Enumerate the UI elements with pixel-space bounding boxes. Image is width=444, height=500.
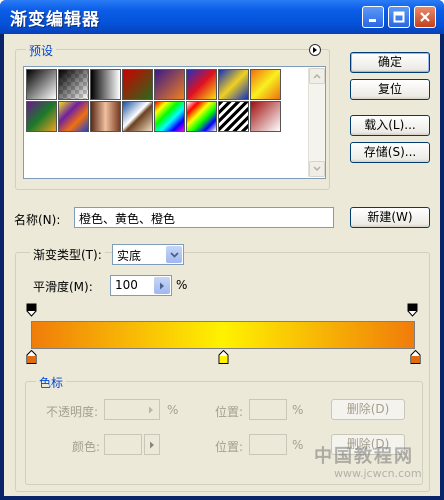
- gradient-type-select[interactable]: 实底: [112, 244, 184, 265]
- slider-arrow-icon[interactable]: [154, 277, 170, 294]
- new-button[interactable]: 新建(W): [350, 207, 430, 228]
- window-title: 渐变编辑器: [10, 10, 100, 30]
- gradient-editor-window: 渐变编辑器 预设 确定 复位 载入(L)... 存储(S)... 名称(N): …: [0, 0, 444, 500]
- close-icon: [420, 12, 430, 22]
- name-input[interactable]: 橙色、黄色、橙色: [74, 207, 334, 228]
- preset-swatch-orange-yellow-orange[interactable]: [250, 69, 281, 100]
- watermark-text: 中国教程网: [314, 446, 414, 467]
- color-stop-1[interactable]: [218, 350, 229, 364]
- opacity-stop-right[interactable]: [407, 303, 418, 317]
- delete-opacity-stop-button[interactable]: 删除(D): [331, 399, 405, 420]
- presets-label: 预设: [26, 42, 57, 59]
- color-stops-label: 色标: [36, 374, 67, 391]
- preset-swatch-chrome[interactable]: [122, 101, 153, 132]
- gradient-type-value: 实底: [117, 249, 142, 263]
- preset-swatch-yellow-violet-orange-blue[interactable]: [58, 101, 89, 132]
- color-swatch-field[interactable]: [104, 434, 142, 455]
- color-label: 颜色:: [72, 440, 101, 454]
- smoothness-input[interactable]: 100: [110, 275, 172, 296]
- ok-button[interactable]: 确定: [350, 52, 430, 73]
- presets-group: 预设: [15, 42, 330, 190]
- opacity-slider-arrow-icon[interactable]: [143, 401, 158, 418]
- minimize-icon: [369, 19, 376, 22]
- dialog-body: 预设 确定 复位 载入(L)... 存储(S)... 名称(N): 橙色、黄色、…: [4, 34, 440, 496]
- gradient-type-label: 渐变类型(T):: [30, 246, 105, 263]
- opacity-percent: %: [167, 403, 179, 417]
- preset-swatch-transparent-stripes[interactable]: [218, 101, 249, 132]
- presets-list: [23, 66, 326, 179]
- preset-swatch-red-white[interactable]: [250, 101, 281, 132]
- watermark-url: www.jcwcn.com: [334, 467, 422, 480]
- save-button[interactable]: 存储(S)...: [350, 142, 430, 163]
- opacity-input[interactable]: [104, 399, 160, 420]
- opacity-location-label: 位置:: [215, 405, 244, 419]
- scroll-up-arrow-icon[interactable]: [309, 68, 325, 84]
- opacity-stop-left[interactable]: [26, 303, 37, 317]
- color-stop-track[interactable]: [26, 350, 420, 366]
- flyout-menu-icon[interactable]: [309, 44, 321, 56]
- color-location-input[interactable]: [249, 434, 287, 455]
- preset-swatch-transparent-rainbow[interactable]: [186, 101, 217, 132]
- color-location-label: 位置:: [215, 440, 244, 454]
- preset-swatch-black-white[interactable]: [90, 69, 121, 100]
- maximize-button[interactable]: [388, 6, 410, 28]
- preset-swatch-copper[interactable]: [90, 101, 121, 132]
- preset-swatch-red-green[interactable]: [122, 69, 153, 100]
- presets-scrollbar[interactable]: [308, 68, 325, 177]
- color-location-percent: %: [292, 438, 304, 452]
- color-stop-2[interactable]: [410, 350, 421, 364]
- preset-swatch-foreground-to-background[interactable]: [26, 69, 57, 100]
- opacity-location-input[interactable]: [249, 399, 287, 420]
- maximize-icon: [393, 11, 405, 23]
- chevron-down-icon[interactable]: [166, 246, 182, 263]
- preset-swatch-violet-orange[interactable]: [154, 69, 185, 100]
- title-bar[interactable]: 渐变编辑器: [0, 0, 444, 34]
- preset-swatch-violet-green-orange[interactable]: [26, 101, 57, 132]
- color-picker-arrow-icon[interactable]: [144, 434, 160, 455]
- preset-swatch-foreground-to-transparent[interactable]: [58, 69, 89, 100]
- load-button[interactable]: 载入(L)...: [350, 115, 430, 136]
- smoothness-label: 平滑度(M):: [33, 280, 93, 294]
- color-stop-0[interactable]: [26, 350, 37, 364]
- preset-swatch-blue-red-yellow[interactable]: [186, 69, 217, 100]
- preset-swatch-blue-yellow-blue[interactable]: [218, 69, 249, 100]
- smoothness-value: 100: [115, 278, 138, 292]
- reset-button[interactable]: 复位: [350, 79, 430, 100]
- scroll-down-arrow-icon[interactable]: [309, 161, 325, 177]
- minimize-button[interactable]: [362, 6, 384, 28]
- gradient-preview-bar[interactable]: [31, 321, 415, 349]
- preset-swatch-spectrum[interactable]: [154, 101, 185, 132]
- opacity-location-percent: %: [292, 403, 304, 417]
- close-button[interactable]: [414, 6, 436, 28]
- name-label: 名称(N):: [14, 213, 61, 227]
- opacity-label: 不透明度:: [46, 405, 99, 419]
- smoothness-percent: %: [176, 278, 188, 292]
